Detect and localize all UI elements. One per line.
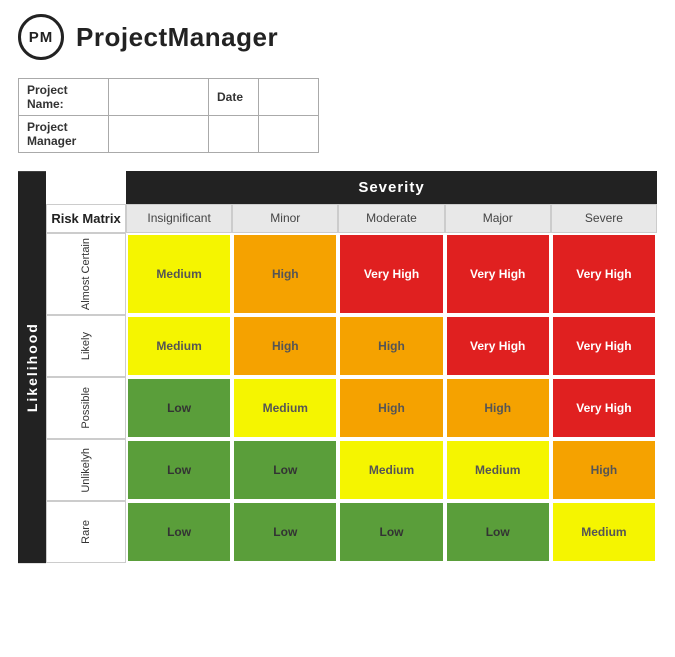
row-label-text: Almost Certain: [78, 234, 94, 314]
matrix-row: LikelyMediumHighHighVery HighVery High: [46, 315, 657, 377]
matrix-cell: Medium: [445, 439, 551, 501]
date-value: [259, 79, 319, 116]
row-label-text: Possible: [78, 383, 94, 433]
col-header-moderate: Moderate: [338, 204, 444, 233]
matrix-rows: Almost CertainMediumHighVery HighVery Hi…: [46, 233, 657, 563]
date-label-2: [209, 116, 259, 153]
likelihood-label: Likelihood: [18, 171, 46, 563]
logo-text: PM: [29, 29, 54, 46]
matrix-cell: Very High: [551, 315, 657, 377]
date-value-2: [259, 116, 319, 153]
project-name-value: [109, 79, 209, 116]
risk-matrix-label: Risk Matrix: [46, 204, 126, 233]
matrix-cell: Very High: [445, 315, 551, 377]
matrix-outer: Likelihood Severity Risk Matrix Insignif…: [18, 171, 657, 563]
matrix-cell: High: [338, 377, 444, 439]
row-label-cell: Almost Certain: [46, 233, 126, 315]
row-label-cell: Possible: [46, 377, 126, 439]
header: PM ProjectManager: [0, 0, 675, 70]
matrix-cell: Very High: [338, 233, 444, 315]
project-name-label: Project Name:: [19, 79, 109, 116]
matrix-cell: Medium: [551, 501, 657, 563]
matrix-cell: Medium: [126, 315, 232, 377]
col-header-major: Major: [445, 204, 551, 233]
matrix-cell: Low: [445, 501, 551, 563]
matrix-cell: Very High: [551, 233, 657, 315]
col-headers: Risk Matrix Insignificant Minor Moderate…: [46, 204, 657, 233]
matrix-cell: High: [232, 233, 338, 315]
matrix-cell: Low: [126, 439, 232, 501]
matrix-cell: Low: [232, 501, 338, 563]
matrix-cell: Low: [126, 501, 232, 563]
date-label: Date: [209, 79, 259, 116]
matrix-cell: Medium: [338, 439, 444, 501]
col-header-severe: Severe: [551, 204, 657, 233]
logo: PM: [18, 14, 64, 60]
matrix-cell: Medium: [232, 377, 338, 439]
severity-title: Severity: [126, 171, 657, 204]
matrix-cell: High: [551, 439, 657, 501]
matrix-inner: Severity Risk Matrix Insignificant Minor…: [46, 171, 657, 563]
matrix-row: Almost CertainMediumHighVery HighVery Hi…: [46, 233, 657, 315]
row-label-cell: Rare: [46, 501, 126, 563]
project-manager-label: Project Manager: [19, 116, 109, 153]
row-label-text: Likely: [78, 328, 94, 364]
row-label-cell: Unlikelyh: [46, 439, 126, 501]
row-label-cell: Likely: [46, 315, 126, 377]
project-info-table: Project Name: Date Project Manager: [18, 78, 319, 153]
matrix-cell: Very High: [445, 233, 551, 315]
col-header-minor: Minor: [232, 204, 338, 233]
matrix-cell: Low: [126, 377, 232, 439]
matrix-cell: Low: [232, 439, 338, 501]
row-label-text: Unlikelyh: [78, 444, 94, 497]
matrix-cell: Low: [338, 501, 444, 563]
row-label-text: Rare: [78, 516, 94, 548]
severity-header: Severity: [46, 171, 657, 204]
app-title: ProjectManager: [76, 22, 278, 53]
matrix-cell: High: [338, 315, 444, 377]
matrix-row: RareLowLowLowLowMedium: [46, 501, 657, 563]
matrix-cell: Medium: [126, 233, 232, 315]
matrix-cell: High: [445, 377, 551, 439]
matrix-cell: High: [232, 315, 338, 377]
top-left-empty: [46, 171, 126, 204]
matrix-cell: Very High: [551, 377, 657, 439]
matrix-row: PossibleLowMediumHighHighVery High: [46, 377, 657, 439]
matrix-section: Likelihood Severity Risk Matrix Insignif…: [18, 171, 657, 563]
project-manager-value: [109, 116, 209, 153]
col-header-insignificant: Insignificant: [126, 204, 232, 233]
matrix-row: UnlikelyhLowLowMediumMediumHigh: [46, 439, 657, 501]
